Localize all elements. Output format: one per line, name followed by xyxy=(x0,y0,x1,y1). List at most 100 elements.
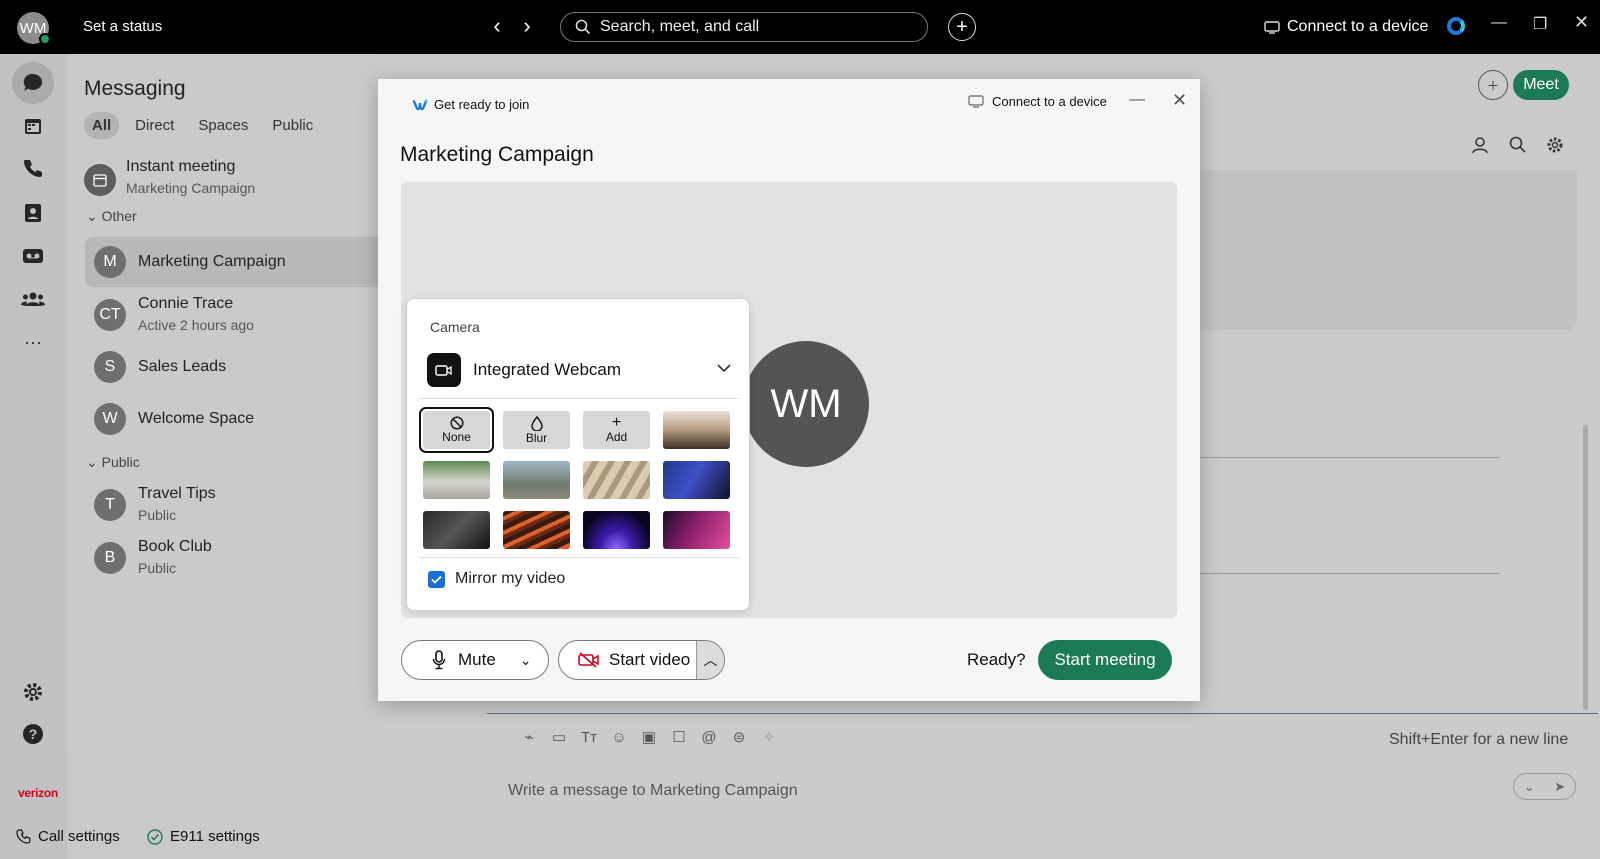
avatar-initials: CT xyxy=(99,306,121,323)
call-settings-button[interactable]: Call settings xyxy=(16,828,120,845)
e911-settings-button[interactable]: E911 settings xyxy=(147,828,260,845)
call-settings-icon xyxy=(16,829,31,844)
none-icon xyxy=(449,416,464,430)
calendar-icon[interactable] xyxy=(17,110,49,142)
divider-line xyxy=(1177,573,1500,574)
user-avatar[interactable]: WM xyxy=(17,12,51,45)
sticker-icon[interactable]: ☐ xyxy=(670,728,688,746)
dialog-connect-device-button[interactable]: Connect to a device xyxy=(968,94,1107,109)
search-input[interactable]: Search, meet, and call xyxy=(560,12,928,42)
instant-meeting-item[interactable]: Instant meeting Marketing Campaign xyxy=(67,153,378,203)
formatting-toolbar: ⌁ ▭ Tт ☺ ▣ ☐ @ ⊜ ✧ xyxy=(520,728,778,747)
scrollbar[interactable] xyxy=(1583,425,1588,710)
message-input[interactable]: Write a message to Marketing Campaign xyxy=(508,782,798,800)
list-item[interactable]: T Travel Tips Public xyxy=(67,480,378,530)
list-item[interactable]: B Book Club Public xyxy=(67,533,378,583)
microphone-icon xyxy=(432,650,446,670)
more-icon[interactable]: ··· xyxy=(17,326,49,358)
mute-options-chevron-icon[interactable]: ⌄ xyxy=(520,652,532,669)
video-options-chevron-up-icon[interactable]: ︿ xyxy=(696,641,724,679)
send-controls: ⌄ ➤ xyxy=(1513,773,1576,800)
section-public-toggle[interactable]: ⌄ Public xyxy=(86,454,140,471)
background-shadows-option[interactable] xyxy=(583,461,650,499)
avatar: B xyxy=(94,542,126,574)
top-bar: WM Set a status ‹ › Search, meet, and ca… xyxy=(0,0,1600,54)
presence-indicator xyxy=(39,33,51,45)
dialog-title-bar: Get ready to join xyxy=(412,97,529,112)
screen-capture-icon[interactable]: ▭ xyxy=(550,728,568,746)
filter-tabs: All Direct Spaces Public xyxy=(84,112,321,139)
filter-all[interactable]: All xyxy=(84,112,120,139)
contacts-icon[interactable] xyxy=(17,197,49,229)
list-item[interactable]: S Sales Leads xyxy=(67,342,378,392)
camera-settings-panel: Camera Integrated Webcam None Blur + Add xyxy=(406,298,750,611)
space-settings-icon[interactable] xyxy=(1546,136,1564,159)
list-item[interactable]: M Marketing Campaign xyxy=(85,237,378,287)
add-meeting-icon[interactable]: ＋ xyxy=(1478,70,1508,100)
emoji-icon[interactable]: ☺ xyxy=(610,728,628,746)
mute-button[interactable]: Mute ⌄ xyxy=(401,640,549,680)
section-other-toggle[interactable]: ⌄ Other xyxy=(86,208,137,225)
voicemail-icon[interactable] xyxy=(17,240,49,272)
filter-direct[interactable]: Direct xyxy=(127,112,182,139)
forward-arrow-icon[interactable]: › xyxy=(517,15,537,38)
background-blue-abstract-option[interactable] xyxy=(663,461,730,499)
help-icon[interactable]: ? xyxy=(17,718,49,750)
send-options-chevron-icon[interactable]: ⌄ xyxy=(1524,779,1535,795)
lock-icon[interactable]: ⊜ xyxy=(730,728,748,746)
dialog-minimize-icon[interactable]: — xyxy=(1129,91,1145,109)
background-add-option[interactable]: + Add xyxy=(583,411,650,449)
set-status-link[interactable]: Set a status xyxy=(83,18,162,35)
minimize-icon[interactable]: — xyxy=(1491,14,1507,32)
filter-spaces[interactable]: Spaces xyxy=(190,112,256,139)
gif-icon[interactable]: ▣ xyxy=(640,728,658,746)
list-item[interactable]: W Welcome Space xyxy=(67,394,378,444)
panel-divider xyxy=(419,398,739,399)
background-blur-option[interactable]: Blur xyxy=(503,411,570,449)
background-mountains-option[interactable] xyxy=(503,461,570,499)
teams-icon[interactable] xyxy=(17,283,49,315)
close-icon[interactable]: ✕ xyxy=(1574,12,1589,33)
message-card xyxy=(1177,170,1577,330)
chevron-down-icon xyxy=(717,360,731,378)
calling-icon[interactable] xyxy=(17,152,49,184)
restore-icon[interactable]: ❐ xyxy=(1533,14,1547,34)
back-arrow-icon[interactable]: ‹ xyxy=(487,15,507,38)
avatar: CT xyxy=(94,299,126,331)
mirror-video-checkbox[interactable]: Mirror my video xyxy=(428,570,565,588)
messaging-icon[interactable] xyxy=(12,62,54,104)
background-purple-glow-option[interactable] xyxy=(583,511,650,549)
background-pink-abstract-option[interactable] xyxy=(663,511,730,549)
meet-button[interactable]: Meet xyxy=(1513,70,1569,100)
section-public-label: Public xyxy=(101,454,140,470)
left-rail: ··· ? xyxy=(0,54,67,859)
background-none-option[interactable]: None xyxy=(419,407,494,453)
dialog-close-icon[interactable]: ✕ xyxy=(1172,90,1187,111)
start-meeting-button[interactable]: Start meeting xyxy=(1038,640,1172,680)
people-icon[interactable] xyxy=(1471,136,1489,159)
connect-to-device-label: Connect to a device xyxy=(1287,18,1429,35)
settings-gear-icon[interactable] xyxy=(17,676,49,708)
list-item[interactable]: CT Connie Trace Active 2 hours ago xyxy=(67,290,378,340)
checkbox-checked-icon xyxy=(428,570,445,588)
background-dark-option[interactable] xyxy=(423,511,490,549)
start-video-button[interactable]: Start video ︿ xyxy=(558,640,725,680)
ai-sparkle-icon[interactable]: ✧ xyxy=(760,728,778,746)
list-item-subtitle: Public xyxy=(138,507,177,523)
attach-icon[interactable]: ⌁ xyxy=(520,728,538,746)
background-orange-waves-option[interactable] xyxy=(503,511,570,549)
mention-icon[interactable]: @ xyxy=(700,728,718,746)
text-format-icon[interactable]: Tт xyxy=(580,728,598,746)
preview-avatar: WM xyxy=(743,341,869,467)
background-office-option[interactable] xyxy=(663,411,730,449)
filter-public[interactable]: Public xyxy=(264,112,321,139)
none-label: None xyxy=(442,430,471,444)
new-action-plus-icon[interactable]: + xyxy=(948,13,976,41)
send-icon[interactable]: ➤ xyxy=(1554,779,1565,795)
add-label: Add xyxy=(605,430,628,444)
background-patio-option[interactable] xyxy=(423,461,490,499)
connect-to-device-button[interactable]: Connect to a device xyxy=(1264,18,1428,36)
background-options-grid: None Blur + Add xyxy=(419,407,737,549)
search-space-icon[interactable] xyxy=(1509,136,1526,158)
camera-select[interactable]: Integrated Webcam xyxy=(427,351,735,389)
